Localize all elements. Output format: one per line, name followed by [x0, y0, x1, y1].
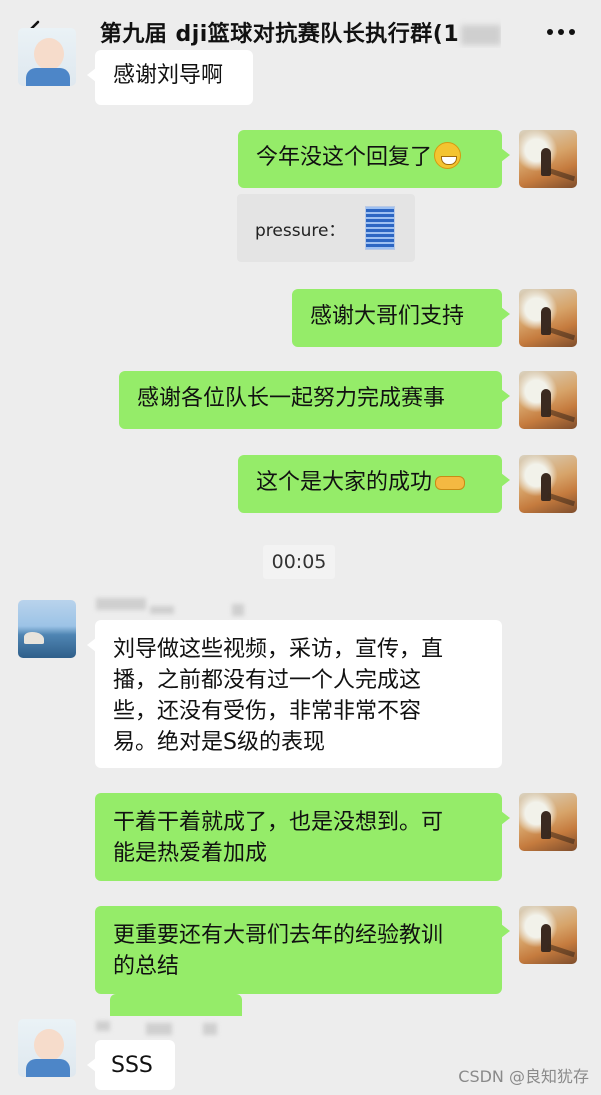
- grinning-face-icon: [434, 142, 462, 169]
- message-text: SSS: [111, 1053, 153, 1078]
- timestamp: 00:05: [263, 545, 335, 579]
- message-bubble[interactable]: 刘导做这些视频，采访，宣传，直 播，之前都没有过一个人完成这 些，还没有受伤，非…: [87, 620, 502, 768]
- message-bubble[interactable]: 感谢刘导啊: [87, 50, 253, 105]
- avatar[interactable]: [519, 289, 577, 347]
- avatar[interactable]: [18, 1019, 76, 1077]
- message-bubble[interactable]: 感谢各位队长一起努力完成赛事: [119, 371, 510, 429]
- sender-name-redacted: [150, 606, 174, 614]
- message-text: 刘导做这些视频，采访，宣传，直: [113, 637, 444, 662]
- message-text: 的总结: [113, 954, 180, 979]
- message-text: 这个是大家的成功: [256, 470, 433, 495]
- avatar[interactable]: [18, 28, 76, 86]
- message-text: 感谢刘导啊: [113, 63, 224, 88]
- sender-name-redacted: [232, 604, 244, 616]
- watermark: CSDN @良知犹存: [458, 1067, 589, 1086]
- message-bubble[interactable]: SSS: [87, 1040, 175, 1090]
- message-text: 能是热爱着加成: [113, 841, 268, 866]
- message-text: 干着干着就成了，也是没想到。可: [113, 810, 444, 835]
- avatar[interactable]: [519, 793, 577, 851]
- avatar[interactable]: [519, 130, 577, 188]
- sender-name-redacted: [146, 1023, 172, 1035]
- quote-text: pressure：: [255, 220, 346, 241]
- message-bubble[interactable]: 感谢大哥们支持: [292, 289, 510, 347]
- sender-name-redacted: [96, 1021, 110, 1031]
- message-bubble[interactable]: 今年没这个回复了: [238, 130, 510, 188]
- more-dots-icon[interactable]: [547, 22, 575, 42]
- chat-header: 第九届 dji篮球对抗赛队长执行群(1: [0, 0, 601, 64]
- chat-title: 第九届 dji篮球对抗赛队长执行群(1: [100, 16, 502, 48]
- message-bubble[interactable]: 干着干着就成了，也是没想到。可 能是热爱着加成: [95, 793, 510, 881]
- avatar[interactable]: [519, 371, 577, 429]
- title-redacted: [461, 25, 502, 45]
- quoted-reference[interactable]: pressure：: [237, 194, 415, 262]
- sender-name-redacted: [96, 598, 146, 610]
- message-text: 今年没这个回复了: [256, 145, 433, 170]
- message-bubble[interactable]: 更重要还有大哥们去年的经验教训 的总结: [95, 906, 510, 994]
- message-text: 易。绝对是S级的表现: [113, 730, 325, 755]
- message-text: 播，之前都没有过一个人完成这: [113, 668, 422, 693]
- message-text: 些，还没有受伤，非常非常不容: [113, 699, 422, 724]
- message-text: 感谢各位队长一起努力完成赛事: [137, 386, 446, 411]
- avatar[interactable]: [519, 455, 577, 513]
- document-thumbnail: [365, 206, 395, 250]
- avatar[interactable]: [18, 600, 76, 658]
- sender-name-redacted: [203, 1023, 217, 1035]
- partial-bubble: [110, 994, 242, 1016]
- handshake-icon: [435, 472, 466, 492]
- message-bubble[interactable]: 这个是大家的成功: [238, 455, 510, 513]
- avatar[interactable]: [519, 906, 577, 964]
- message-text: 更重要还有大哥们去年的经验教训: [113, 923, 444, 948]
- message-text: 感谢大哥们支持: [310, 304, 465, 329]
